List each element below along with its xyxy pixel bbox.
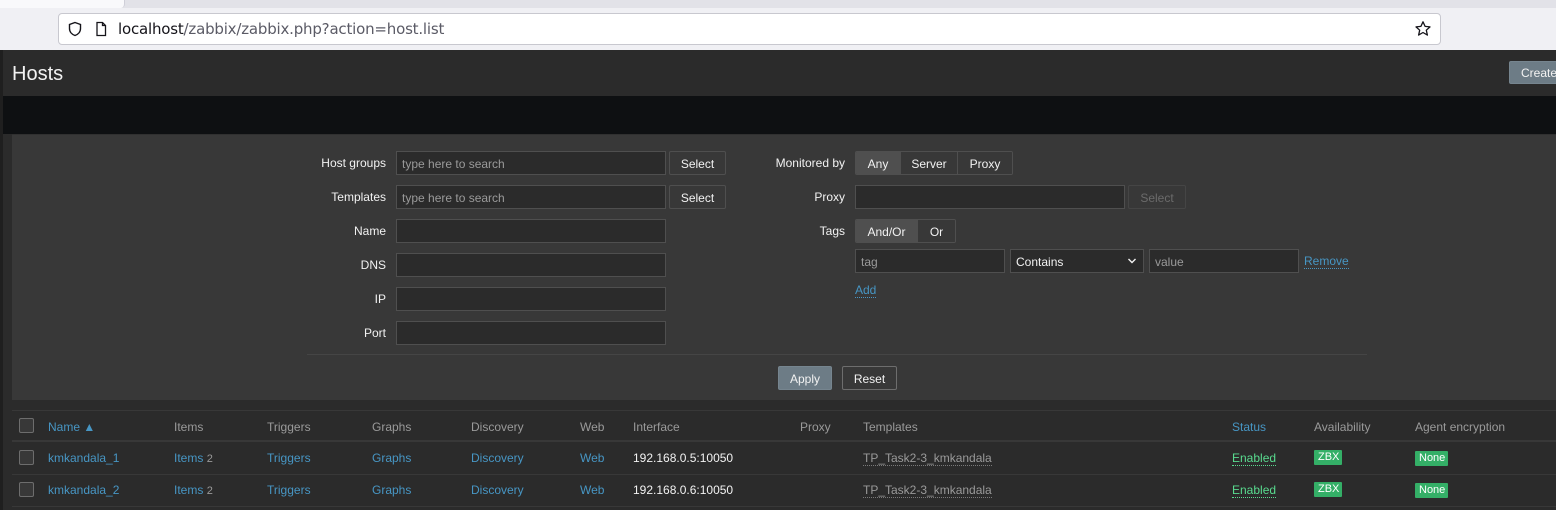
items-count: 2 xyxy=(206,485,213,497)
column-header-availability: Availability xyxy=(1314,420,1371,434)
column-header-name[interactable]: Name ▲ xyxy=(48,420,95,434)
reset-button[interactable]: Reset xyxy=(842,366,897,390)
shield-icon[interactable] xyxy=(64,18,86,40)
template-link[interactable]: TP_Task2-3_kmkandala xyxy=(863,452,992,466)
column-header-web: Web xyxy=(580,420,605,434)
discovery-link[interactable]: Discovery xyxy=(471,451,524,465)
tag-operator-value: Contains xyxy=(1016,255,1064,269)
active-tab-edge[interactable] xyxy=(0,0,125,8)
template-link[interactable]: TP_Task2-3_kmkandala xyxy=(863,484,992,498)
row-checkbox[interactable] xyxy=(19,482,34,497)
tab-strip xyxy=(0,0,1556,8)
dns-label: DNS xyxy=(360,258,386,272)
encryption-badge: None xyxy=(1415,451,1449,466)
host-groups-select-button[interactable]: Select xyxy=(669,151,726,175)
column-header-items: Items xyxy=(174,420,204,434)
url-host: localhost xyxy=(118,20,184,38)
host-name-link[interactable]: kmkandala_1 xyxy=(48,451,119,465)
add-tag-link[interactable]: Add xyxy=(855,284,877,298)
monitored-by-label: Monitored by xyxy=(775,156,845,170)
column-header-interface: Interface xyxy=(633,420,680,434)
column-header-templates: Templates xyxy=(863,420,918,434)
page-title: Hosts xyxy=(12,63,64,85)
triggers-link[interactable]: Triggers xyxy=(267,483,311,497)
interface-value: 192.168.0.6:10050 xyxy=(633,483,734,497)
name-input[interactable] xyxy=(396,219,666,243)
tags-or[interactable]: Or xyxy=(918,220,955,242)
monitored-by-server[interactable]: Server xyxy=(901,152,958,174)
graphs-link[interactable]: Graphs xyxy=(372,451,411,465)
column-header-agent-encryption: Agent encryption xyxy=(1415,420,1506,434)
proxy-select-button[interactable]: Select xyxy=(1128,185,1186,209)
apply-button[interactable]: Apply xyxy=(778,366,832,390)
ip-input[interactable] xyxy=(396,287,666,311)
encryption-badge: None xyxy=(1415,483,1449,498)
tag-name-input[interactable]: tag xyxy=(855,249,1005,273)
page-header xyxy=(3,50,1556,96)
create-host-button[interactable]: Create xyxy=(1509,61,1556,84)
web-link[interactable]: Web xyxy=(580,483,604,497)
discovery-link[interactable]: Discovery xyxy=(471,483,524,497)
column-header-discovery: Discovery xyxy=(471,420,524,434)
column-header-graphs: Graphs xyxy=(372,420,412,434)
templates-label: Templates xyxy=(331,190,386,204)
templates-select-button[interactable]: Select xyxy=(669,185,726,209)
tags-and-or[interactable]: And/Or xyxy=(856,220,918,242)
host-groups-label: Host groups xyxy=(321,156,386,170)
monitored-by-toggle: Any Server Proxy xyxy=(855,151,1013,175)
items-link[interactable]: Items 2 xyxy=(174,483,213,497)
bookmark-star-icon[interactable] xyxy=(1412,18,1434,40)
tag-value-input[interactable]: value xyxy=(1149,249,1299,273)
interface-value: 192.168.0.5:10050 xyxy=(633,451,734,465)
column-header-proxy: Proxy xyxy=(800,420,831,434)
filter-divider xyxy=(307,354,1367,355)
tag-operator-select[interactable]: Contains xyxy=(1010,249,1144,273)
templates-input[interactable]: type here to search xyxy=(396,185,666,209)
column-header-triggers: Triggers xyxy=(267,420,311,434)
host-name-link[interactable]: kmkandala_2 xyxy=(48,483,119,497)
availability-badge: ZBX xyxy=(1314,450,1343,465)
proxy-label: Proxy xyxy=(814,190,845,204)
ip-label: IP xyxy=(374,292,386,306)
items-link-label: Items xyxy=(174,451,204,465)
name-label: Name xyxy=(353,224,386,238)
tags-label: Tags xyxy=(819,224,845,238)
monitored-by-any[interactable]: Any xyxy=(856,152,901,174)
host-groups-input[interactable]: type here to search xyxy=(396,151,666,175)
browser-chrome: localhost/zabbix/zabbix.php?action=host.… xyxy=(0,0,1556,50)
column-header-status[interactable]: Status xyxy=(1232,420,1266,434)
port-input[interactable] xyxy=(396,321,666,345)
tags-evaltype-toggle: And/Or Or xyxy=(855,219,956,243)
url-text[interactable]: localhost/zabbix/zabbix.php?action=host.… xyxy=(118,20,444,38)
status-toggle[interactable]: Enabled xyxy=(1232,452,1277,466)
port-label: Port xyxy=(363,326,386,340)
row-checkbox[interactable] xyxy=(19,450,34,465)
graphs-link[interactable]: Graphs xyxy=(372,483,411,497)
page-icon xyxy=(90,18,112,40)
items-link[interactable]: Items 2 xyxy=(174,451,213,465)
web-link[interactable]: Web xyxy=(580,451,604,465)
dns-input[interactable] xyxy=(396,253,666,277)
chevron-down-icon xyxy=(1127,254,1137,271)
filter-tab-strip xyxy=(3,96,1556,134)
availability-badge: ZBX xyxy=(1314,482,1343,497)
status-toggle[interactable]: Enabled xyxy=(1232,484,1277,498)
remove-tag-link[interactable]: Remove xyxy=(1304,255,1349,269)
select-all-checkbox[interactable] xyxy=(19,418,34,433)
items-count: 2 xyxy=(206,453,213,465)
items-link-label: Items xyxy=(174,483,204,497)
proxy-input[interactable] xyxy=(855,185,1125,209)
address-bar[interactable]: localhost/zabbix/zabbix.php?action=host.… xyxy=(58,13,1441,45)
monitored-by-proxy[interactable]: Proxy xyxy=(958,152,1012,174)
url-path: /zabbix/zabbix.php?action=host.list xyxy=(183,20,445,38)
triggers-link[interactable]: Triggers xyxy=(267,451,311,465)
